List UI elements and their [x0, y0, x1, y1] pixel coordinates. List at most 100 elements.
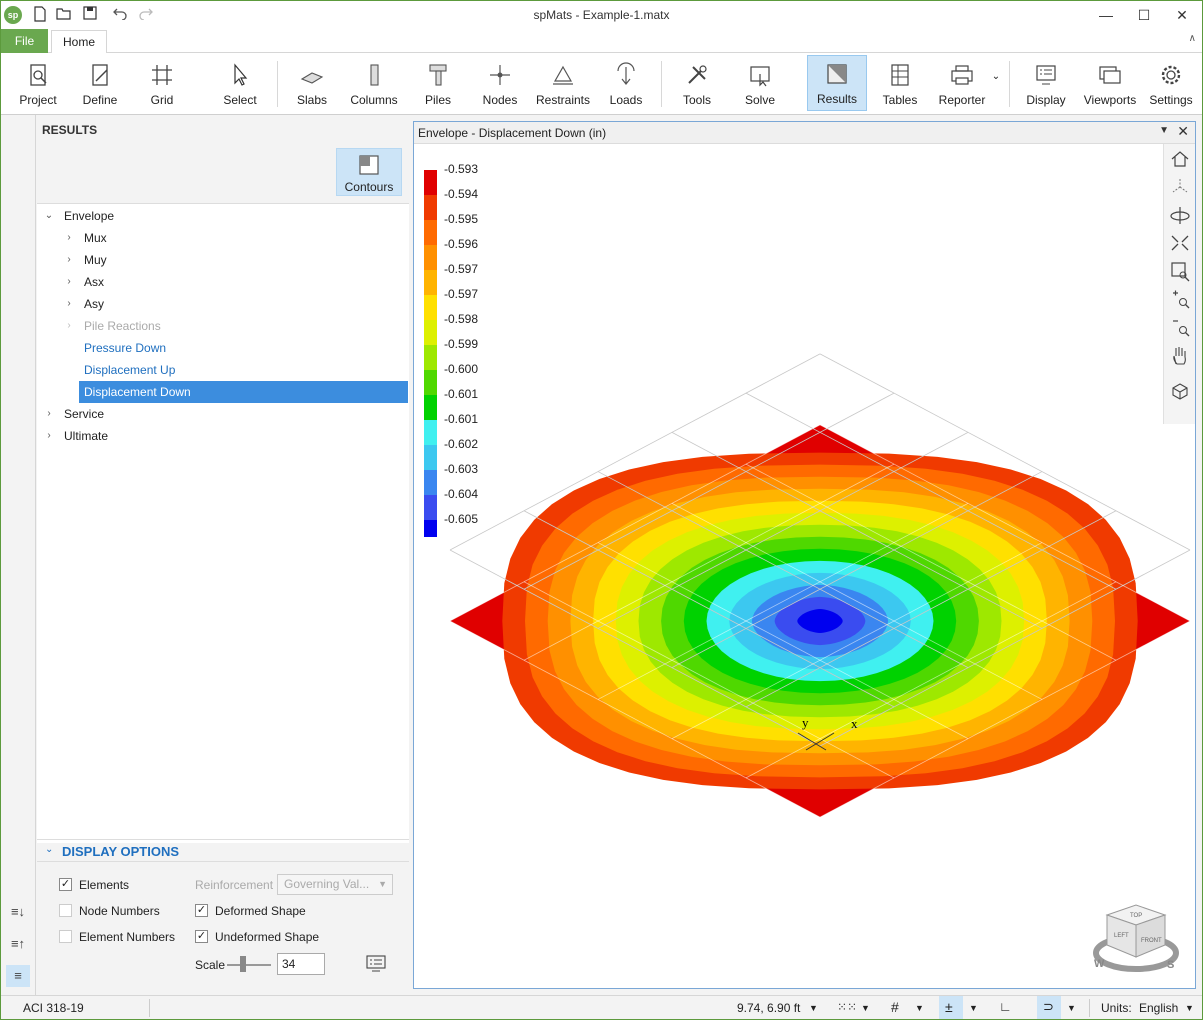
viewport[interactable]: Envelope - Displacement Down (in) ▼ ✕ y …: [413, 121, 1196, 989]
close-button[interactable]: ✕: [1159, 1, 1202, 29]
collapse-up-icon[interactable]: ≡↑: [6, 933, 30, 955]
legend-row: -0.596: [424, 237, 494, 270]
tree-node-service[interactable]: › Service: [37, 403, 409, 425]
legend-row: -0.593: [424, 162, 494, 195]
3d-box-icon[interactable]: [1168, 380, 1192, 402]
dot-grid-icon[interactable]: ⁙⁙: [837, 1000, 857, 1014]
grid-button[interactable]: Grid: [135, 57, 189, 111]
slabs-label: Slabs: [296, 93, 328, 107]
scale-label: Scale: [195, 958, 226, 972]
cube-w-label: W: [1094, 958, 1105, 970]
coordinates-dropdown-icon[interactable]: ▼: [809, 1003, 818, 1013]
tree-node-asx[interactable]: › Asx: [37, 271, 409, 293]
tree-node-displacement-up[interactable]: Displacement Up: [37, 359, 409, 381]
tab-home[interactable]: Home: [51, 30, 107, 54]
ortho-icon[interactable]: ∟: [999, 999, 1012, 1014]
snap-point-dropdown-icon[interactable]: ▼: [969, 1003, 978, 1013]
select-button[interactable]: Select: [211, 57, 269, 111]
legend-value: -0.599: [444, 337, 479, 351]
viewport-menu-icon[interactable]: ▼: [1159, 125, 1169, 136]
grid-snap-icon[interactable]: #: [891, 999, 899, 1015]
tree-node-ultimate[interactable]: › Ultimate: [37, 425, 409, 447]
viewport-close-icon[interactable]: ✕: [1177, 123, 1189, 140]
project-button[interactable]: Project: [9, 57, 67, 111]
tree-node-asy[interactable]: › Asy: [37, 293, 409, 315]
tree-node-displacement-down[interactable]: Displacement Down: [79, 381, 408, 403]
display-icon: [1036, 65, 1056, 85]
tools-icon: [688, 65, 707, 84]
settings-button[interactable]: Settings: [1143, 57, 1199, 111]
loads-button[interactable]: Loads: [599, 57, 653, 111]
snap-point-icon[interactable]: ±: [945, 999, 953, 1015]
reporter-label: Reporter: [938, 93, 986, 107]
checkbox-checked: ✓: [195, 904, 208, 917]
zoom-in-icon[interactable]: [1168, 288, 1192, 310]
checkbox-label: Undeformed Shape: [215, 930, 320, 944]
tab-file[interactable]: File: [1, 29, 48, 53]
legend-row: -0.595: [424, 212, 494, 245]
tree-node-mux[interactable]: › Mux: [37, 227, 409, 249]
magnet-icon[interactable]: ⊃: [1043, 999, 1054, 1015]
restraint-icon: [553, 65, 573, 85]
chevron-right-icon: ›: [67, 320, 71, 331]
legend-row: -0.605: [424, 512, 494, 537]
zoom-extents-icon[interactable]: [1168, 232, 1192, 254]
scale-slider-track[interactable]: [227, 964, 271, 966]
legend-value: -0.604: [444, 487, 479, 501]
zoom-window-icon[interactable]: [1168, 260, 1192, 282]
checkbox-label: Node Numbers: [79, 904, 160, 918]
settings-label: Settings: [1149, 93, 1193, 107]
tree-node-muy[interactable]: › Muy: [37, 249, 409, 271]
title-bar: sp spMats - Example-1.matx — ☐ ✕: [1, 1, 1202, 29]
chevron-right-icon: ›: [47, 430, 51, 441]
axes-view-icon[interactable]: [1168, 176, 1192, 198]
chevron-down-icon: ⌄: [44, 210, 54, 221]
checkbox-label: Deformed Shape: [215, 904, 306, 918]
piles-label: Piles: [424, 93, 451, 107]
tree-node-pressure-down[interactable]: Pressure Down: [37, 337, 409, 359]
units-dropdown-icon[interactable]: ▼: [1185, 1003, 1194, 1013]
dot-grid-dropdown-icon[interactable]: ▼: [861, 1003, 870, 1013]
scale-slider-thumb[interactable]: [240, 956, 246, 972]
reporter-button[interactable]: Reporter: [933, 57, 991, 111]
chevron-right-icon: ›: [67, 298, 71, 309]
magnet-dropdown-icon[interactable]: ▼: [1067, 1003, 1076, 1013]
menu-lines-icon[interactable]: ≡: [6, 965, 30, 987]
restraints-button[interactable]: Restraints: [533, 57, 593, 111]
tree-node-envelope[interactable]: ⌄ Envelope: [37, 205, 409, 227]
define-button[interactable]: Define: [73, 57, 127, 111]
reporter-dropdown-icon[interactable]: ⌄: [989, 67, 1003, 87]
ribbon-tabs: File Home ∧: [1, 29, 1202, 54]
view-cube[interactable]: TOP FRONT LEFT W S: [1093, 904, 1179, 972]
tree-label: Pile Reactions: [84, 319, 161, 333]
display-settings-icon[interactable]: [365, 954, 387, 974]
contours-button[interactable]: Contours: [336, 148, 402, 196]
slabs-button[interactable]: Slabs: [285, 57, 339, 111]
display-button[interactable]: Display: [1017, 57, 1075, 111]
scale-input[interactable]: 34: [277, 953, 325, 975]
grid-snap-dropdown-icon[interactable]: ▼: [915, 1003, 924, 1013]
select-label: Select: [223, 93, 257, 107]
collapse-down-icon[interactable]: ≡↓: [6, 901, 30, 923]
units-value[interactable]: English: [1139, 1001, 1178, 1015]
pan-hand-icon[interactable]: [1168, 344, 1192, 366]
zoom-out-icon[interactable]: [1168, 316, 1192, 338]
tree-label: Envelope: [64, 209, 115, 223]
piles-button[interactable]: Piles: [411, 57, 465, 111]
tools-button[interactable]: Tools: [669, 57, 725, 111]
reinforcement-label: Reinforcement: [195, 878, 274, 892]
columns-button[interactable]: Columns: [345, 57, 403, 111]
viewports-button[interactable]: Viewports: [1081, 57, 1139, 111]
legend-row: -0.601: [424, 412, 494, 445]
nodes-button[interactable]: Nodes: [473, 57, 527, 111]
ribbon-collapse-icon[interactable]: ∧: [1189, 33, 1196, 44]
home-view-icon[interactable]: [1168, 148, 1192, 170]
solve-button[interactable]: Solve: [731, 57, 789, 111]
results-button[interactable]: Results: [807, 55, 867, 111]
solve-label: Solve: [744, 93, 776, 107]
tables-button[interactable]: Tables: [873, 57, 927, 111]
display-options-header[interactable]: ⌄ DISPLAY OPTIONS: [37, 839, 409, 861]
contour-plot[interactable]: y x TOP FRONT LEFT W S: [414, 145, 1195, 988]
contour-rings: [450, 424, 1190, 818]
rotate-icon[interactable]: [1168, 204, 1192, 226]
